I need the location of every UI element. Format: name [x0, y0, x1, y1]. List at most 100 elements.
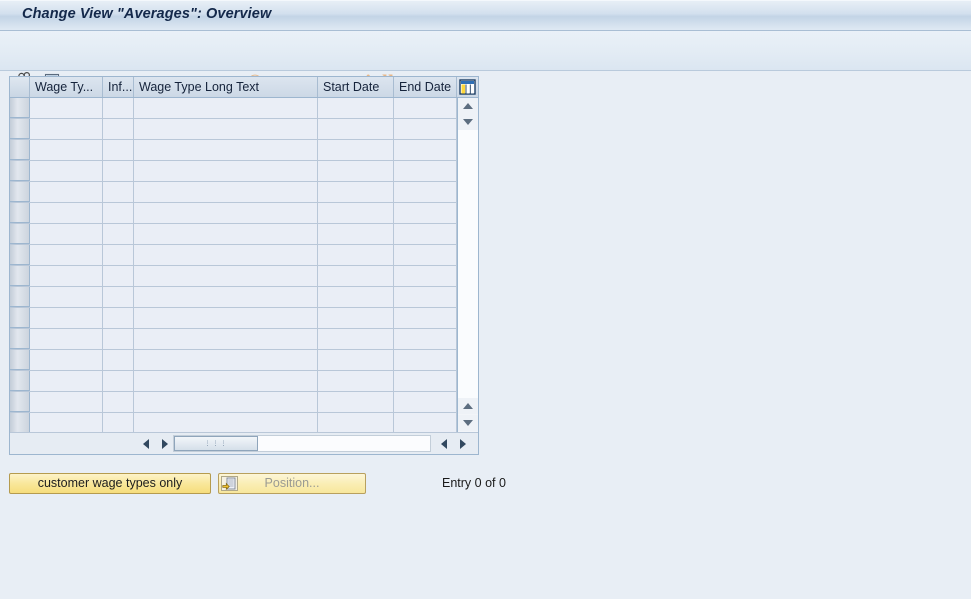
cell-start-date[interactable]	[318, 392, 394, 412]
cell-wage-type[interactable]	[30, 182, 103, 202]
cell-wage-type[interactable]	[30, 140, 103, 160]
cell-end-date[interactable]	[394, 413, 457, 433]
scroll-right-button[interactable]	[156, 435, 173, 452]
cell-end-date[interactable]	[394, 287, 457, 307]
cell-start-date[interactable]	[318, 203, 394, 223]
cell-infotype[interactable]	[103, 329, 134, 349]
cell-wage-type[interactable]	[30, 224, 103, 244]
cell-infotype[interactable]	[103, 350, 134, 370]
cell-infotype[interactable]	[103, 287, 134, 307]
table-row[interactable]	[10, 329, 478, 350]
cell-infotype[interactable]	[103, 266, 134, 286]
cell-infotype[interactable]	[103, 203, 134, 223]
column-header-long-text[interactable]: Wage Type Long Text	[134, 77, 318, 97]
table-row[interactable]	[10, 308, 478, 329]
cell-wage-type[interactable]	[30, 371, 103, 391]
cell-start-date[interactable]	[318, 119, 394, 139]
table-row[interactable]	[10, 161, 478, 182]
cell-wage-type[interactable]	[30, 392, 103, 412]
horizontal-scroll-thumb[interactable]: ⋮⋮⋮	[174, 436, 258, 451]
cell-long-text[interactable]	[134, 182, 318, 202]
cell-long-text[interactable]	[134, 161, 318, 181]
row-select-button[interactable]	[10, 140, 30, 160]
position-button[interactable]: Position...	[218, 473, 366, 494]
row-select-button[interactable]	[10, 182, 30, 202]
cell-infotype[interactable]	[103, 245, 134, 265]
table-row[interactable]	[10, 392, 478, 413]
scroll-down-button[interactable]	[458, 415, 478, 431]
cell-end-date[interactable]	[394, 371, 457, 391]
row-select-button[interactable]	[10, 245, 30, 265]
row-select-button[interactable]	[10, 350, 30, 370]
table-row[interactable]	[10, 371, 478, 392]
cell-long-text[interactable]	[134, 98, 318, 118]
cell-wage-type[interactable]	[30, 245, 103, 265]
cell-end-date[interactable]	[394, 308, 457, 328]
cell-end-date[interactable]	[394, 182, 457, 202]
cell-long-text[interactable]	[134, 392, 318, 412]
column-header-infotype[interactable]: Inf...	[103, 77, 134, 97]
scroll-up-button-bottom[interactable]	[458, 398, 478, 414]
table-row[interactable]	[10, 224, 478, 245]
table-row[interactable]	[10, 350, 478, 371]
table-row[interactable]	[10, 119, 478, 140]
cell-wage-type[interactable]	[30, 119, 103, 139]
cell-start-date[interactable]	[318, 287, 394, 307]
cell-long-text[interactable]	[134, 140, 318, 160]
cell-long-text[interactable]	[134, 224, 318, 244]
row-select-button[interactable]	[10, 287, 30, 307]
cell-start-date[interactable]	[318, 224, 394, 244]
cell-end-date[interactable]	[394, 119, 457, 139]
cell-long-text[interactable]	[134, 413, 318, 433]
cell-infotype[interactable]	[103, 413, 134, 433]
row-select-button[interactable]	[10, 224, 30, 244]
cell-infotype[interactable]	[103, 161, 134, 181]
cell-long-text[interactable]	[134, 350, 318, 370]
cell-end-date[interactable]	[394, 350, 457, 370]
scroll-down-button-top[interactable]	[458, 114, 478, 130]
row-select-button[interactable]	[10, 392, 30, 412]
cell-start-date[interactable]	[318, 413, 394, 433]
cell-wage-type[interactable]	[30, 266, 103, 286]
cell-start-date[interactable]	[318, 161, 394, 181]
cell-infotype[interactable]	[103, 119, 134, 139]
table-column-select-button[interactable]	[457, 77, 478, 97]
table-vertical-scrollbar[interactable]	[457, 98, 478, 433]
cell-wage-type[interactable]	[30, 413, 103, 433]
table-row[interactable]	[10, 266, 478, 287]
table-row[interactable]	[10, 182, 478, 203]
cell-infotype[interactable]	[103, 224, 134, 244]
cell-start-date[interactable]	[318, 308, 394, 328]
cell-long-text[interactable]	[134, 371, 318, 391]
cell-long-text[interactable]	[134, 245, 318, 265]
cell-end-date[interactable]	[394, 140, 457, 160]
cell-wage-type[interactable]	[30, 287, 103, 307]
cell-infotype[interactable]	[103, 140, 134, 160]
cell-end-date[interactable]	[394, 329, 457, 349]
row-select-button[interactable]	[10, 308, 30, 328]
row-select-button[interactable]	[10, 329, 30, 349]
customer-wage-types-only-button[interactable]: customer wage types only	[9, 473, 211, 494]
horizontal-scroll-track[interactable]: ⋮⋮⋮	[173, 435, 431, 452]
cell-long-text[interactable]	[134, 329, 318, 349]
column-header-end-date[interactable]: End Date	[394, 77, 457, 97]
cell-long-text[interactable]	[134, 287, 318, 307]
cell-infotype[interactable]	[103, 182, 134, 202]
cell-start-date[interactable]	[318, 140, 394, 160]
cell-start-date[interactable]	[318, 245, 394, 265]
cell-start-date[interactable]	[318, 98, 394, 118]
cell-end-date[interactable]	[394, 245, 457, 265]
column-header-start-date[interactable]: Start Date	[318, 77, 394, 97]
scroll-up-button[interactable]	[458, 98, 478, 114]
row-select-button[interactable]	[10, 266, 30, 286]
row-select-button[interactable]	[10, 119, 30, 139]
cell-infotype[interactable]	[103, 371, 134, 391]
cell-wage-type[interactable]	[30, 308, 103, 328]
cell-wage-type[interactable]	[30, 98, 103, 118]
scroll-right-button-end[interactable]	[454, 435, 471, 452]
table-header-corner[interactable]	[10, 77, 30, 97]
cell-infotype[interactable]	[103, 98, 134, 118]
scroll-left-button[interactable]	[137, 435, 154, 452]
cell-wage-type[interactable]	[30, 329, 103, 349]
cell-infotype[interactable]	[103, 392, 134, 412]
